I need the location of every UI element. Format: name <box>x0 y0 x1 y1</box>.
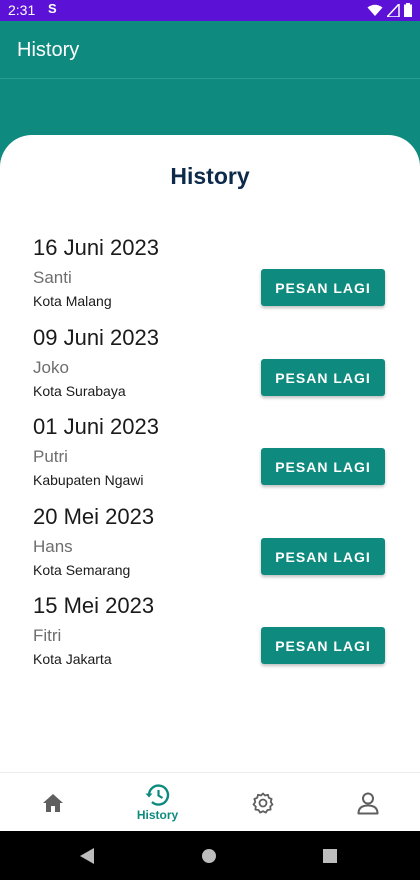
wifi-icon <box>367 4 383 16</box>
history-date: 15 Mei 2023 <box>33 593 155 618</box>
signal-icon <box>387 3 400 17</box>
history-city: Kota Jakarta <box>33 651 112 667</box>
nav-profile[interactable] <box>315 773 420 832</box>
bottom-navigation: History <box>0 772 420 831</box>
back-icon[interactable] <box>80 848 94 864</box>
nav-home[interactable] <box>0 773 105 832</box>
history-name: Santi <box>33 268 72 287</box>
history-name: Joko <box>33 358 69 377</box>
pesan-lagi-button[interactable]: PESAN LAGI <box>261 359 385 396</box>
system-navigation-bar <box>0 831 420 880</box>
history-date: 01 Juni 2023 <box>33 414 159 439</box>
history-city: Kota Semarang <box>33 562 131 578</box>
history-item: 16 Juni 2023 Santi Kota Malang PESAN LAG… <box>33 235 388 320</box>
nav-history-label: History <box>136 808 179 822</box>
history-city: Kota Malang <box>33 293 112 309</box>
pesan-lagi-button[interactable]: PESAN LAGI <box>261 627 385 664</box>
history-item: 20 Mei 2023 Hans Kota Semarang PESAN LAG… <box>33 504 388 589</box>
history-date: 20 Mei 2023 <box>33 504 155 529</box>
history-date: 16 Juni 2023 <box>33 235 159 260</box>
nav-settings[interactable] <box>210 773 315 832</box>
history-name: Fitri <box>33 626 62 645</box>
nav-history[interactable]: History <box>105 773 210 832</box>
profile-icon <box>357 792 378 814</box>
status-icons <box>367 3 412 17</box>
status-bar: 2:31 S <box>0 0 420 21</box>
pesan-lagi-button[interactable]: PESAN LAGI <box>261 538 385 575</box>
pesan-lagi-button[interactable]: PESAN LAGI <box>261 448 385 485</box>
history-name: Hans <box>33 537 73 556</box>
pesan-lagi-button[interactable]: PESAN LAGI <box>261 269 385 306</box>
history-card: History 16 Juni 2023 Santi Kota Malang P… <box>0 135 420 775</box>
history-item: 01 Juni 2023 Putri Kabupaten Ngawi PESAN… <box>33 414 388 499</box>
home-button-icon[interactable] <box>202 849 216 863</box>
history-city: Kota Surabaya <box>33 383 126 399</box>
history-icon <box>145 784 169 806</box>
recents-icon[interactable] <box>323 849 337 863</box>
history-item: 15 Mei 2023 Fitri Kota Jakarta PESAN LAG… <box>33 593 388 678</box>
sync-icon: S <box>48 1 57 16</box>
history-city: Kabupaten Ngawi <box>33 472 144 488</box>
app-bar: History <box>0 21 420 79</box>
settings-icon <box>252 792 273 813</box>
status-time: 2:31 <box>8 2 36 18</box>
battery-icon <box>404 3 412 17</box>
app-bar-title: History <box>17 39 80 61</box>
page-title: History <box>170 163 250 189</box>
history-item: 09 Juni 2023 Joko Kota Surabaya PESAN LA… <box>33 325 388 410</box>
history-date: 09 Juni 2023 <box>33 325 159 350</box>
history-name: Putri <box>33 447 68 466</box>
home-icon <box>42 793 63 812</box>
